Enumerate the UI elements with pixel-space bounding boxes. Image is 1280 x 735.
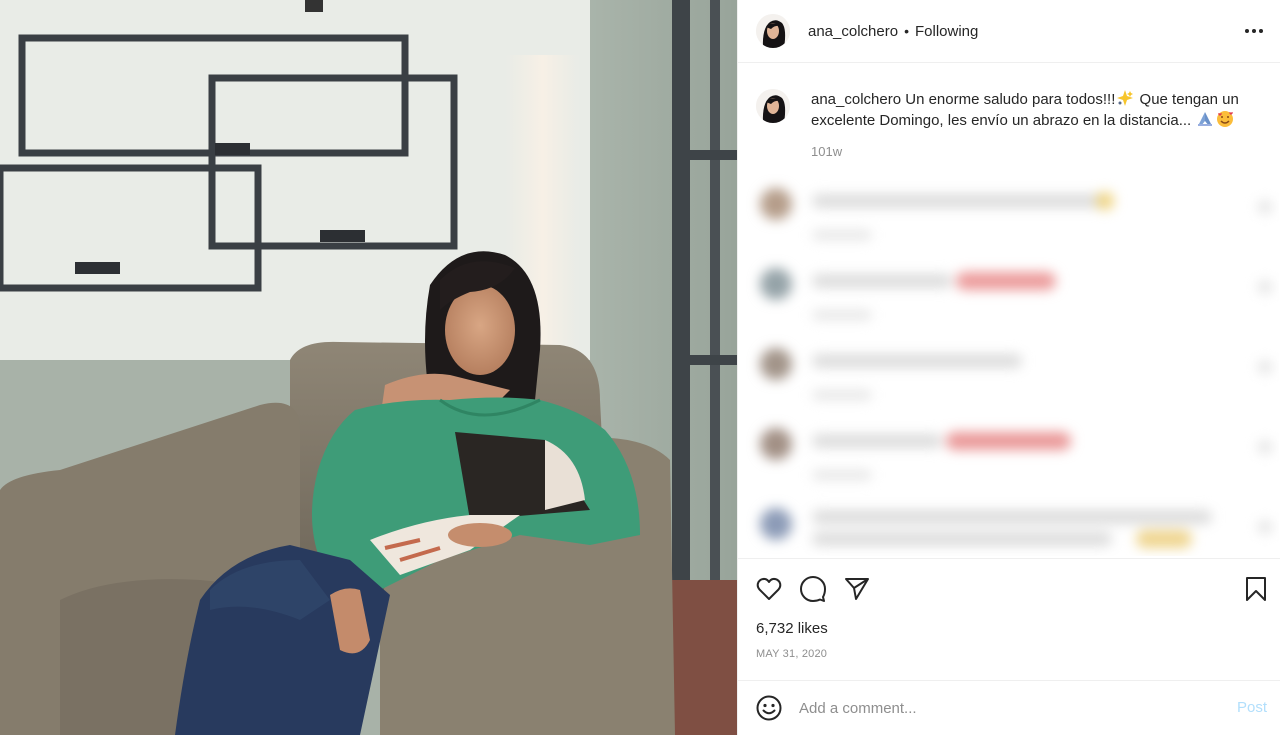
comment-text-line: [812, 274, 952, 288]
list-item: [756, 410, 1276, 480]
comment-icon[interactable]: [799, 575, 827, 603]
caption-avatar[interactable]: [756, 89, 790, 123]
caption-timestamp[interactable]: 101w: [811, 144, 1266, 159]
comment-like-icon: [1258, 200, 1272, 214]
bookmark-icon[interactable]: [1242, 575, 1270, 603]
comment-avatar: [760, 268, 792, 300]
likes-count[interactable]: 6,732 likes: [756, 620, 828, 637]
praying-hands-emoji-icon: [1196, 110, 1214, 128]
post-photo[interactable]: [0, 0, 737, 735]
caption-text: ana_colchero Un enorme saludo para todos…: [811, 89, 1266, 131]
more-options-icon[interactable]: [1243, 20, 1265, 42]
comment-text-line: [812, 434, 942, 448]
comment-text-line: [812, 354, 1022, 368]
caption-body-part1: Un enorme saludo para todos!!!: [905, 91, 1116, 108]
post-date[interactable]: MAY 31, 2020: [756, 648, 827, 660]
comment-emoji: [1096, 192, 1114, 210]
heart-icon[interactable]: [755, 575, 783, 603]
comment-emoji: [1136, 530, 1192, 548]
comment-meta-line: [812, 390, 872, 400]
list-item: [756, 170, 1276, 240]
post-image: [0, 0, 737, 735]
author-avatar[interactable]: [756, 14, 790, 48]
list-item: [756, 490, 1276, 556]
comment-avatar: [760, 188, 792, 220]
comment-avatar: [760, 428, 792, 460]
blurred-comments: [742, 170, 1279, 556]
comment-emoji: [956, 272, 1056, 290]
comment-emoji: [946, 432, 1071, 450]
comment-text-line: [812, 532, 1112, 546]
comment-like-icon: [1258, 440, 1272, 454]
comment-avatar: [760, 508, 792, 540]
comment-meta-line: [812, 230, 872, 240]
post-details-panel: ana_colchero • Following ana_colchero Un…: [737, 0, 1280, 735]
post-header: ana_colchero • Following: [738, 0, 1280, 63]
caption-username[interactable]: ana_colchero: [811, 91, 901, 108]
comment-meta-line: [812, 310, 872, 320]
list-item: [756, 250, 1276, 320]
smiley-icon[interactable]: [756, 695, 782, 721]
comment-text-line: [812, 194, 1112, 208]
separator-dot: •: [904, 23, 909, 39]
comment-meta-line: [812, 470, 872, 480]
comment-like-icon: [1258, 520, 1272, 534]
comment-input[interactable]: [799, 693, 1199, 723]
comment-like-icon: [1258, 360, 1272, 374]
post-caption: ana_colchero Un enorme saludo para todos…: [756, 89, 1266, 159]
comment-like-icon: [1258, 280, 1272, 294]
comment-text-line: [812, 510, 1212, 524]
smiling-hearts-emoji-icon: [1216, 110, 1234, 128]
sparkle-emoji-icon: [1116, 89, 1134, 107]
comments-list[interactable]: [742, 170, 1279, 556]
list-item: [756, 330, 1276, 400]
author-username[interactable]: ana_colchero: [808, 23, 898, 40]
comment-avatar: [760, 348, 792, 380]
post-comment-button[interactable]: Post: [1237, 699, 1267, 716]
action-bar: [738, 558, 1280, 618]
following-button[interactable]: Following: [915, 23, 978, 40]
comment-composer: Post: [738, 680, 1280, 735]
paper-plane-icon[interactable]: [843, 575, 871, 603]
